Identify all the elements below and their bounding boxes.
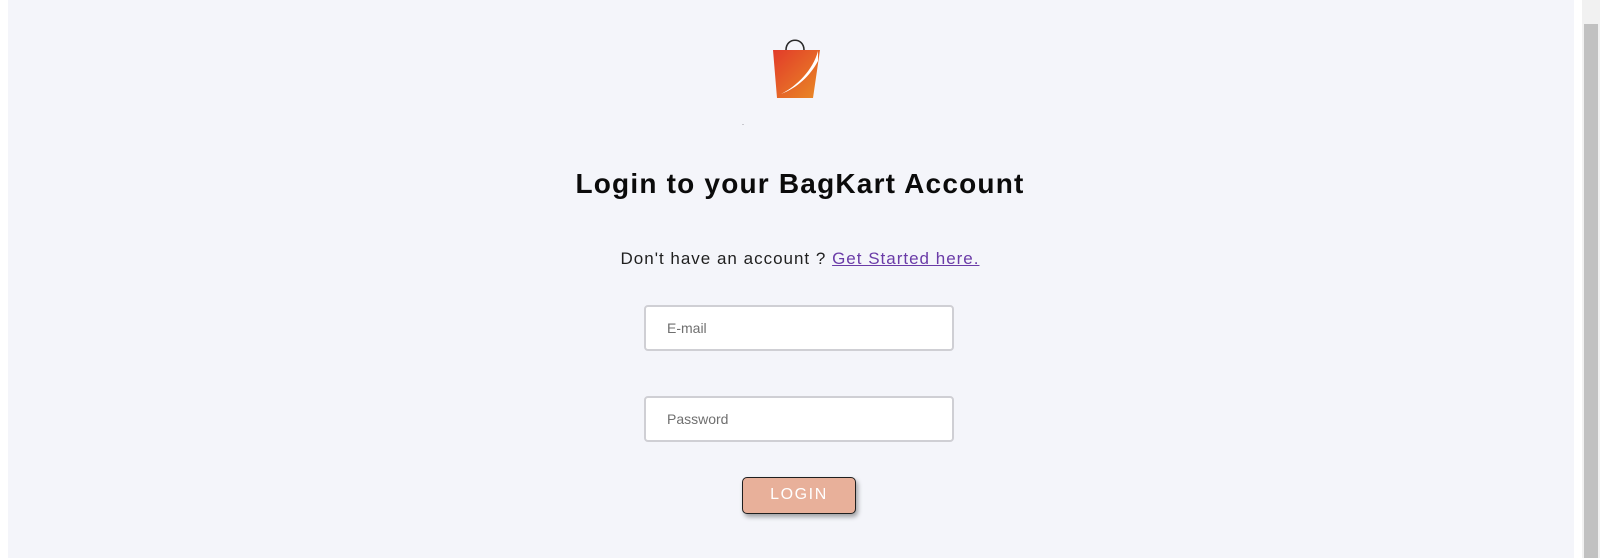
logo-dot	[742, 124, 744, 125]
email-field[interactable]	[644, 305, 954, 351]
password-field[interactable]	[644, 396, 954, 442]
signup-prompt-text: Don't have an account ?	[620, 249, 827, 268]
shopping-bag-icon	[773, 39, 820, 98]
get-started-link[interactable]: Get Started here.	[832, 249, 979, 268]
page-title: Login to your BagKart Account	[575, 168, 1025, 199]
scrollbar-thumb[interactable]	[1584, 24, 1598, 558]
login-page: Login to your BagKart Account Don't have…	[8, 0, 1574, 558]
signup-prompt-line: Don't have an account ? Get Started here…	[8, 249, 1592, 269]
login-button[interactable]: LOGIN	[742, 477, 856, 514]
